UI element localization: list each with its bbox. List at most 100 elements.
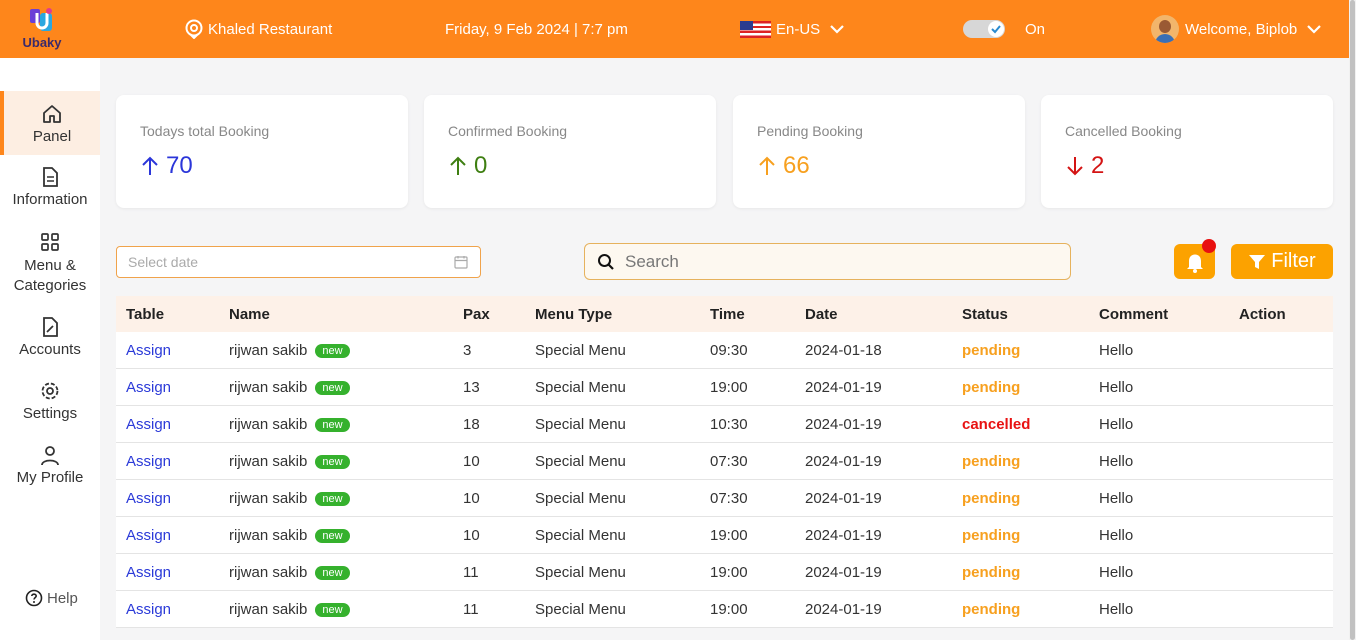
comment-text-text: Hello [1099, 452, 1134, 470]
date-placeholder: Select date [128, 254, 199, 270]
assign-link[interactable]: Assign [126, 342, 171, 359]
calendar-icon[interactable] [454, 255, 468, 269]
stat-label: Confirmed Booking [448, 123, 568, 139]
new-badge: new [315, 528, 350, 543]
pax-count-text: 18 [463, 415, 480, 433]
table-row[interactable]: Assign rijwan sakib new 10 Special Menu 19:00… [116, 517, 1333, 554]
table-row[interactable]: Assign rijwan sakib new 18 Special Menu 10:30… [116, 406, 1333, 443]
restaurant-name: Khaled Restaurant [208, 20, 333, 38]
sidebar-item-menu-categories[interactable]: Menu & Categories [0, 231, 100, 296]
status-text: pending [962, 601, 1020, 618]
arrow-up-icon [142, 156, 158, 175]
user-menu[interactable]: Welcome, Biplob [1151, 0, 1322, 58]
chevron-down-icon [1307, 25, 1322, 34]
app-logo[interactable]: Ubaky [18, 7, 66, 50]
booking-date: 2024-01-19 [805, 490, 882, 507]
grid-icon [41, 233, 59, 251]
booking-time: 19:00 [710, 601, 748, 618]
stat-number: 2 [1091, 152, 1105, 179]
pax-count-text: 10 [463, 526, 480, 544]
sidebar-item-panel[interactable]: Panel [0, 91, 100, 155]
menu-type: Special Menu [535, 527, 626, 544]
restaurant-selector[interactable]: Khaled Restaurant [184, 0, 332, 58]
stat-label: Pending Booking [757, 123, 863, 139]
help-link[interactable]: Help [25, 589, 78, 607]
booking-date-text: 2024-01-18 [805, 341, 882, 359]
app-name: Ubaky [22, 35, 62, 50]
booking-date-text: 2024-01-19 [805, 452, 882, 470]
stat-number: 0 [474, 152, 488, 179]
table-header: Table Name Pax Menu Type Time Date Statu… [116, 296, 1333, 332]
table-row[interactable]: Assign rijwan sakib new 11 Special Menu 19:00… [116, 554, 1333, 591]
header-pax: Pax [463, 305, 490, 323]
pax-count-text: 10 [463, 489, 480, 507]
page-scrollbar[interactable] [1349, 0, 1356, 640]
table-row[interactable]: Assign rijwan sakib new 10 Special Menu 07:30… [116, 480, 1333, 517]
booking-time-text: 09:30 [710, 341, 748, 359]
menu-type: Special Menu [535, 490, 626, 507]
assign-link[interactable]: Assign [126, 416, 171, 433]
date-picker-input[interactable]: Select date [116, 246, 481, 278]
assign-link[interactable]: Assign [126, 564, 171, 581]
filter-icon [1249, 254, 1266, 269]
stat-value: 0 [448, 152, 487, 180]
pax-count-text: 11 [463, 563, 479, 581]
table-row[interactable]: Assign rijwan sakib new 13 Special Menu 19:00… [116, 369, 1333, 406]
booking-date: 2024-01-19 [805, 527, 882, 544]
comment-text: Hello [1099, 601, 1133, 618]
status-text-text: pending [962, 600, 1021, 618]
sidebar-item-label: Menu & Categories [13, 257, 87, 294]
status-text: pending [962, 564, 1020, 581]
comment-text-text: Hello [1099, 600, 1134, 618]
notification-button[interactable] [1174, 239, 1216, 279]
assign-link[interactable]: Assign [126, 379, 171, 396]
help-label: Help [47, 589, 78, 607]
booking-time-text: 19:00 [710, 563, 748, 581]
assign-link-text: Assign [126, 489, 172, 507]
arrow-up-icon [759, 156, 775, 175]
pax-count: 13 [463, 379, 480, 396]
comment-text-text: Hello [1099, 526, 1134, 544]
comment-text: Hello [1099, 379, 1133, 396]
guest-name-text: rijwan sakib [229, 452, 308, 470]
table-row[interactable]: Assign rijwan sakib new 11 Special Menu 19:00… [116, 591, 1333, 628]
assign-link[interactable]: Assign [126, 601, 171, 618]
assign-link[interactable]: Assign [126, 527, 171, 544]
comment-text: Hello [1099, 527, 1133, 544]
assign-link[interactable]: Assign [126, 490, 171, 507]
booking-time-text: 07:30 [710, 452, 748, 470]
menu-type: Special Menu [535, 416, 626, 433]
sidebar-item-accounts[interactable]: Accounts [0, 316, 100, 358]
status-text-text: cancelled [962, 415, 1031, 433]
guest-name-text: rijwan sakib [229, 415, 308, 433]
sidebar-item-settings[interactable]: Settings [0, 380, 100, 422]
booking-date: 2024-01-19 [805, 453, 882, 470]
language-selector[interactable]: En-US [740, 0, 845, 58]
status-text: pending [962, 527, 1020, 544]
scrollbar-thumb[interactable] [1350, 0, 1355, 640]
table-row[interactable]: Assign rijwan sakib new 3 Special Menu 09:30 2… [116, 332, 1333, 369]
status-text-text: pending [962, 378, 1021, 396]
sidebar-item-my-profile[interactable]: My Profile [0, 444, 100, 486]
filter-button[interactable]: Filter [1231, 244, 1333, 279]
new-badge: new [315, 380, 350, 395]
guest-name: rijwan sakib new [229, 564, 350, 581]
status-toggle[interactable]: On [963, 0, 1045, 58]
document-icon [43, 167, 58, 187]
search-input[interactable]: Search [584, 243, 1071, 280]
new-badge: new [315, 454, 350, 469]
guest-name-text: rijwan sakib [229, 563, 308, 581]
booking-time: 19:00 [710, 527, 748, 544]
gear-icon [41, 382, 59, 400]
guest-name: rijwan sakib new [229, 379, 350, 396]
booking-time: 19:00 [710, 379, 748, 396]
guest-name: rijwan sakib new [229, 601, 350, 618]
toggle-switch[interactable] [963, 20, 1005, 38]
sidebar-item-information[interactable]: Information [0, 166, 100, 208]
table-row[interactable]: Assign rijwan sakib new 10 Special Menu 07:30… [116, 443, 1333, 480]
assign-link[interactable]: Assign [126, 453, 171, 470]
header-date: Date [805, 305, 838, 323]
table-body: Assign rijwan sakib new 3 Special Menu 09:30 2… [116, 332, 1333, 628]
pax-count: 10 [463, 453, 480, 470]
notification-dot [1202, 239, 1216, 253]
